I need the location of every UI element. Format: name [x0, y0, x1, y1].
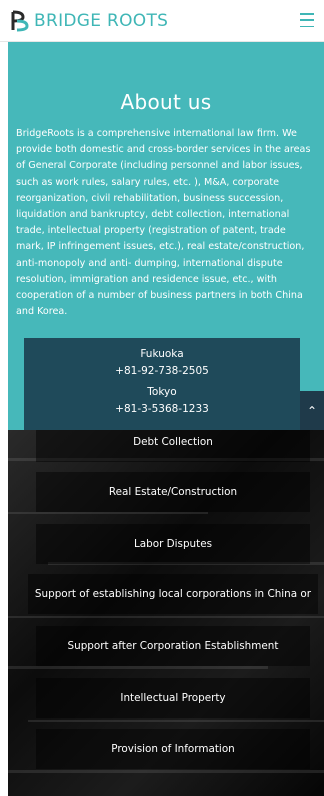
- scroll-top-button[interactable]: ⌃: [300, 391, 324, 431]
- services-section: Debt Collection Real Estate/Construction…: [8, 430, 324, 796]
- office-city: Tokyo: [147, 386, 177, 398]
- hamburger-icon[interactable]: [300, 13, 314, 27]
- br-logo-icon: [11, 10, 29, 31]
- about-title: About us: [120, 90, 212, 114]
- service-intellectual-property[interactable]: Intellectual Property: [36, 678, 310, 718]
- brand-name: BRIDGE ROOTS: [34, 10, 169, 31]
- service-provision-information[interactable]: Provision of Information: [36, 729, 310, 769]
- bg-decoration: [28, 720, 324, 722]
- office-city: Fukuoka: [140, 348, 184, 360]
- bg-decoration: [8, 770, 324, 773]
- service-debt-collection[interactable]: Debt Collection: [36, 430, 310, 462]
- office-phone[interactable]: +81-3-5368-1233: [24, 401, 300, 418]
- service-after-establishment[interactable]: Support after Corporation Establishment: [36, 626, 310, 666]
- bg-decoration: [8, 616, 324, 618]
- bg-decoration: [8, 666, 268, 669]
- site-header: BRIDGE ROOTS: [0, 0, 324, 42]
- service-china-establishment[interactable]: Support of establishing local corporatio…: [28, 574, 318, 614]
- office-phone[interactable]: +81-92-738-2505: [24, 363, 300, 380]
- chevron-up-icon: ⌃: [306, 404, 318, 418]
- service-real-estate[interactable]: Real Estate/Construction: [36, 472, 310, 512]
- bg-decoration: [8, 512, 208, 514]
- office-tokyo: Tokyo +81-3-5368-1233: [24, 384, 300, 418]
- office-fukuoka: Fukuoka +81-92-738-2505: [24, 346, 300, 380]
- about-body: BridgeRoots is a comprehensive internati…: [16, 128, 311, 318]
- offices-box: Fukuoka +81-92-738-2505 Tokyo +81-3-5368…: [24, 338, 300, 432]
- service-labor-disputes[interactable]: Labor Disputes: [36, 524, 310, 564]
- logo[interactable]: BRIDGE ROOTS: [10, 10, 168, 32]
